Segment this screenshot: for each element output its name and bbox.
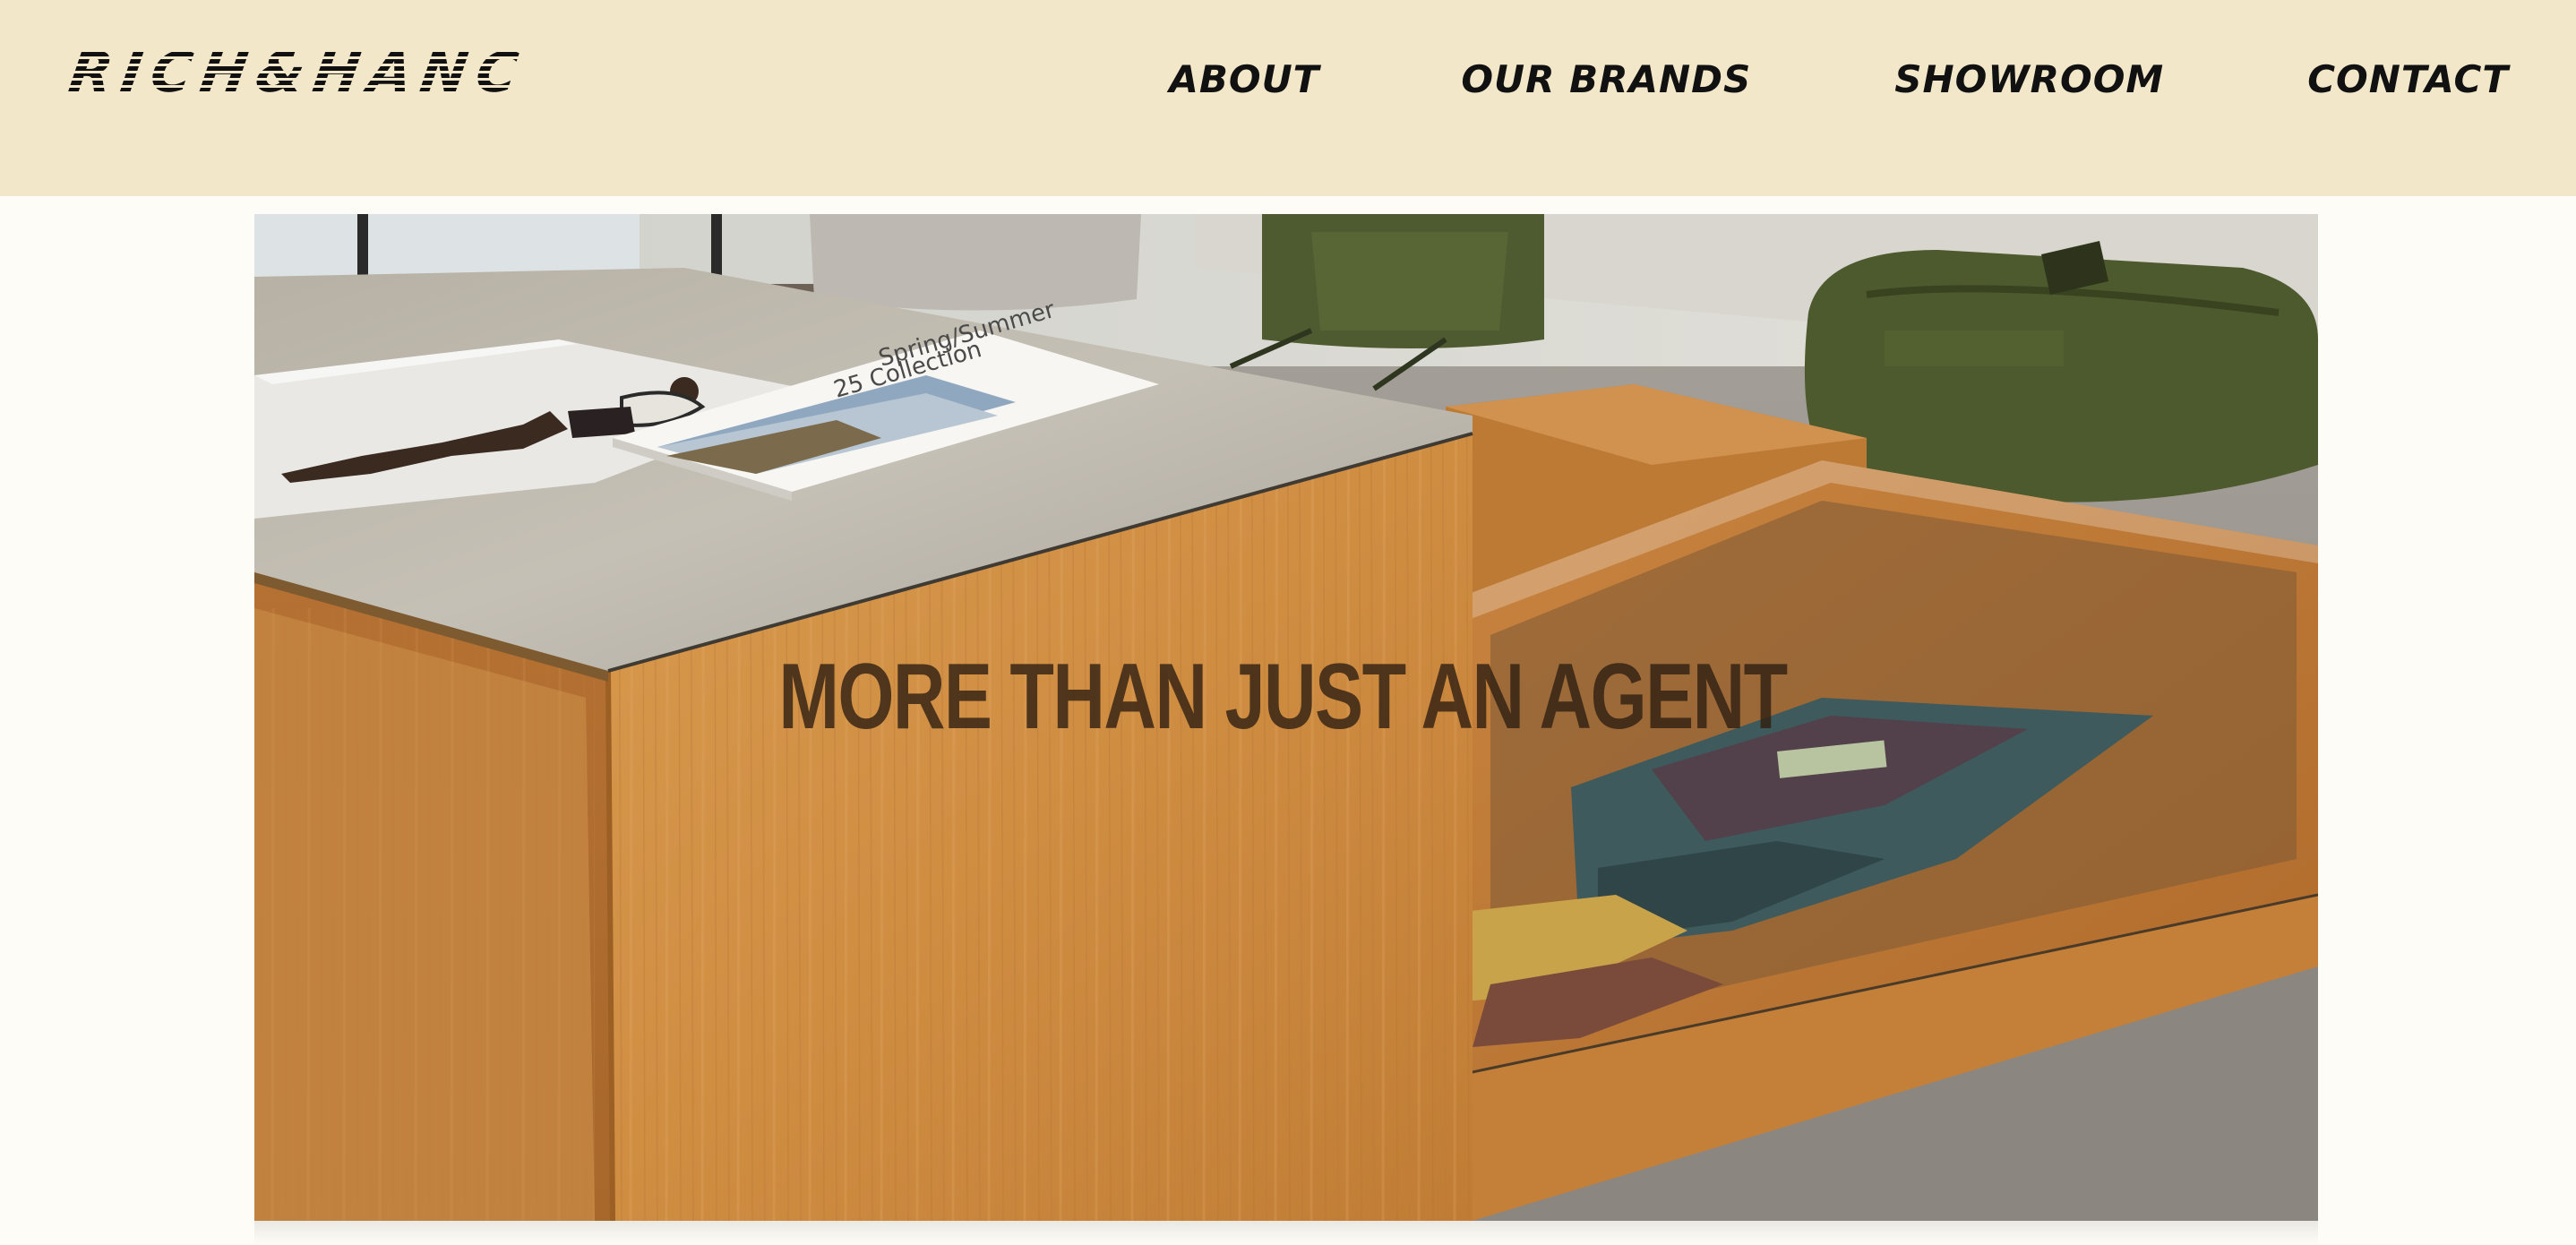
- hero-title: MORE THAN JUST AN AGENT: [778, 645, 1788, 749]
- logo-text: RICH&HANC: [64, 39, 531, 105]
- nav-link-showroom[interactable]: SHOWROOM: [1894, 57, 2164, 101]
- hero-shadow: [254, 1221, 2318, 1245]
- nav-link-about[interactable]: ABOUT: [1169, 57, 1319, 101]
- nav-link-our-brands[interactable]: OUR BRANDS: [1461, 57, 1751, 101]
- hero-banner: Spring/Summer 25 Collection MORE THAN JU…: [254, 214, 2318, 1221]
- site-header: RICH&HANC ABOUT OUR BRANDS SHOWROOM CONT…: [0, 0, 2576, 196]
- main-nav: ABOUT OUR BRANDS SHOWROOM CONTACT: [1169, 52, 2509, 106]
- site-logo[interactable]: RICH&HANC: [64, 38, 531, 106]
- nav-link-contact[interactable]: CONTACT: [2307, 57, 2509, 101]
